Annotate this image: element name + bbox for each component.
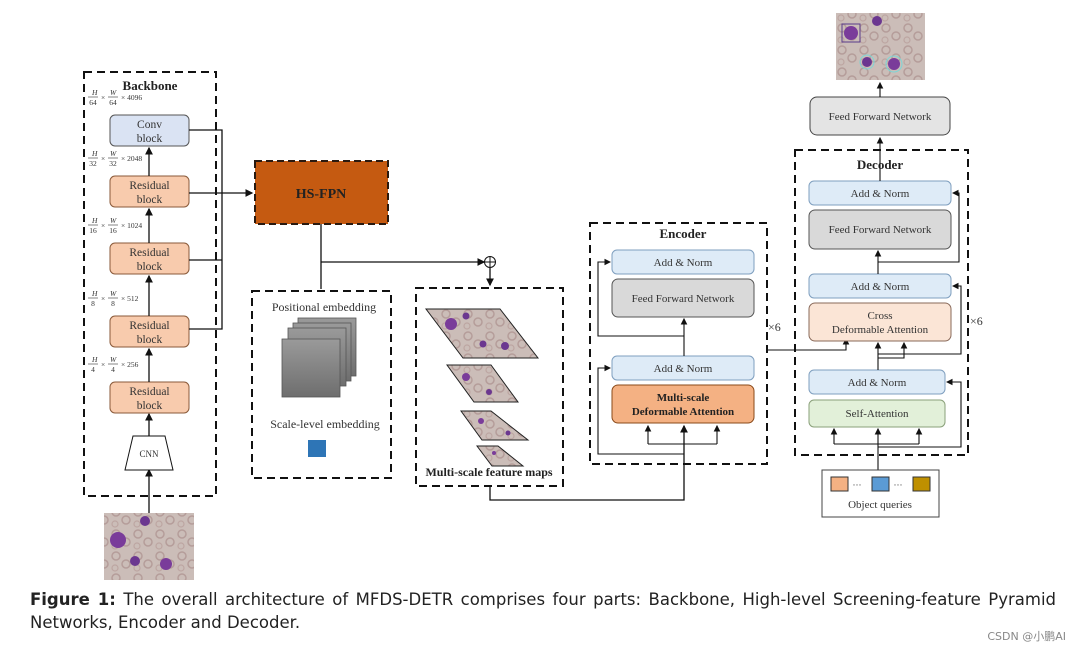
encoder-msda-label-2: Deformable Attention — [632, 406, 734, 418]
query-ellipsis-2: ··· — [894, 480, 903, 490]
svg-text:× 256: × 256 — [121, 360, 139, 369]
block-label-line2: block — [137, 261, 163, 273]
svg-text:W: W — [110, 88, 117, 97]
svg-text:× 2048: × 2048 — [121, 154, 142, 163]
svg-text:64: 64 — [109, 98, 117, 107]
feature-map-layers — [424, 308, 540, 467]
architecture-diagram: Backbone CNN ConvblockH64×W64× 4096Resid… — [83, 13, 983, 580]
input-image — [104, 513, 194, 580]
svg-text:64: 64 — [89, 98, 97, 107]
encoder-msda-label-1: Multi-scale — [657, 392, 710, 404]
svg-text:×: × — [101, 221, 105, 230]
decoder-cross-label-2: Deformable Attention — [832, 324, 929, 336]
encoder-add-norm-bottom-label: Add & Norm — [654, 363, 713, 375]
svg-text:W: W — [110, 149, 117, 158]
block-label-line1: Residual — [129, 180, 169, 192]
backbone-output-lines — [189, 129, 254, 330]
svg-text:16: 16 — [89, 226, 97, 235]
svg-text:× 4096: × 4096 — [121, 93, 142, 102]
dimension-label: H4×W4× 256 — [88, 355, 139, 374]
block-label-line1: Conv — [137, 119, 162, 131]
scale-level-embedding-square — [308, 440, 326, 457]
positional-embedding-label: Positional embedding — [272, 300, 376, 314]
caption-label: Figure 1: — [30, 590, 116, 609]
svg-text:H: H — [91, 355, 98, 364]
svg-text:32: 32 — [89, 159, 97, 168]
dimension-label: H16×W16× 1024 — [88, 216, 142, 235]
svg-text:H: H — [91, 216, 98, 225]
output-detection-image — [836, 13, 925, 80]
svg-text:H: H — [91, 88, 98, 97]
encoder-add-norm-top-label: Add & Norm — [654, 257, 713, 269]
svg-text:×: × — [101, 360, 105, 369]
watermark: CSDN @小鹏AI — [987, 630, 1066, 643]
svg-text:H: H — [91, 289, 98, 298]
decoder-add-norm-3-label: Add & Norm — [848, 377, 907, 389]
object-queries-label: Object queries — [848, 499, 912, 511]
decoder-repeat-label: ×6 — [970, 314, 983, 328]
dimension-label: H8×W8× 512 — [88, 289, 139, 308]
block-label-line1: Residual — [129, 320, 169, 332]
feature-maps-label: Multi-scale feature maps — [425, 465, 552, 479]
query-ellipsis-1: ··· — [853, 480, 862, 490]
block-label-line2: block — [137, 400, 163, 412]
encoder-repeat-label: ×6 — [768, 320, 781, 334]
output-ffn-label: Feed Forward Network — [829, 111, 932, 123]
figure-caption: Figure 1: The overall architecture of MF… — [30, 588, 1056, 634]
hs-fpn-label: HS-FPN — [296, 187, 347, 202]
scale-level-embedding-label: Scale-level embedding — [270, 417, 380, 431]
encoder-title: Encoder — [660, 226, 707, 241]
svg-text:4: 4 — [91, 365, 95, 374]
block-label-line2: block — [137, 194, 163, 206]
backbone-title: Backbone — [123, 78, 178, 93]
decoder-add-norm-1-label: Add & Norm — [851, 188, 910, 200]
svg-text:×: × — [101, 93, 105, 102]
decoder-ffn-label: Feed Forward Network — [829, 224, 932, 236]
svg-text:× 1024: × 1024 — [121, 221, 142, 230]
caption-text: The overall architecture of MFDS-DETR co… — [30, 590, 1057, 632]
svg-text:× 512: × 512 — [121, 294, 139, 303]
decoder-add-norm-2-label: Add & Norm — [851, 281, 910, 293]
block-label-line2: block — [137, 133, 163, 145]
block-label-line2: block — [137, 334, 163, 346]
object-query-1 — [830, 476, 849, 492]
svg-text:W: W — [110, 216, 117, 225]
object-query-3 — [912, 476, 931, 492]
svg-text:8: 8 — [91, 299, 95, 308]
add-operator-icon — [484, 256, 496, 268]
svg-text:×: × — [101, 154, 105, 163]
svg-text:8: 8 — [111, 299, 115, 308]
positional-embedding-stack — [281, 317, 357, 398]
cnn-label: CNN — [139, 449, 159, 459]
block-label-line1: Residual — [129, 386, 169, 398]
svg-text:H: H — [91, 149, 98, 158]
dimension-label: H32×W32× 2048 — [88, 149, 142, 168]
object-query-2 — [871, 476, 890, 492]
encoder-ffn-label: Feed Forward Network — [632, 293, 735, 305]
svg-text:×: × — [101, 294, 105, 303]
decoder-self-attention-label: Self-Attention — [846, 408, 909, 420]
block-label-line1: Residual — [129, 247, 169, 259]
svg-text:16: 16 — [109, 226, 117, 235]
decoder-cross-label-1: Cross — [867, 310, 892, 322]
svg-text:4: 4 — [111, 365, 115, 374]
svg-text:W: W — [110, 355, 117, 364]
svg-text:32: 32 — [109, 159, 117, 168]
svg-text:W: W — [110, 289, 117, 298]
